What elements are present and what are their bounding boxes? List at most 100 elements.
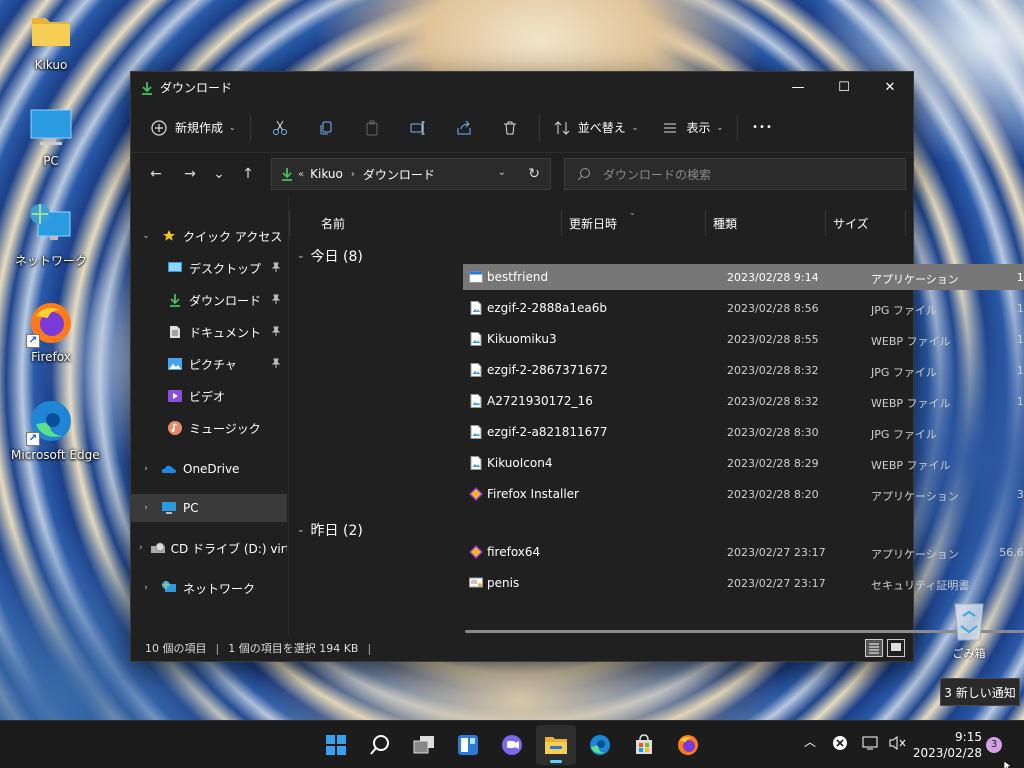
refresh-icon[interactable]: ↻ [528, 166, 540, 182]
volume-muted-icon[interactable] [888, 735, 906, 754]
maximize-button[interactable]: ☐ [821, 72, 867, 103]
chat-button[interactable] [492, 725, 532, 765]
taskbar-search-button[interactable] [360, 725, 400, 765]
large-icons-view-button[interactable] [887, 639, 905, 657]
sidebar-item-pc[interactable]: › PC [131, 494, 287, 522]
sidebar-item-network[interactable]: › ネットワーク [131, 574, 287, 602]
taskbar: ︿ 9:15 2023/02/28 3 [0, 720, 1024, 768]
file-row[interactable]: Firefox Installer 2023/02/28 8:20 アプリケーション… [463, 481, 1024, 507]
file-row[interactable]: ezgif-2-2867371672 2023/02/28 8:32 JPG ファイ… [463, 357, 1024, 383]
file-row[interactable]: A2721930172_16 2023/02/28 8:32 WEBP ファイル 18… [463, 388, 1024, 414]
back-button[interactable]: ← [139, 159, 173, 189]
file-size: 182 KB [1016, 395, 1024, 408]
sidebar-item-pictures[interactable]: ピクチャ [131, 350, 287, 378]
edge-taskbar-button[interactable] [580, 725, 620, 765]
desktop-icon-pc[interactable]: PC [11, 104, 91, 168]
rename-button[interactable] [395, 111, 441, 145]
file-row[interactable]: KikuoIcon42023/02/28 8:29WEBP ファイル29 KB [463, 450, 1024, 476]
column-header-modified[interactable]: 更新日時 [569, 215, 617, 232]
column-header-size[interactable]: サイズ [833, 215, 869, 232]
chevron-right-icon[interactable]: › [139, 503, 153, 513]
desktop-icon-kikuo-folder[interactable]: Kikuo [11, 8, 91, 72]
status-divider: | [215, 641, 220, 655]
column-header-name[interactable]: 名前 [321, 215, 345, 232]
sidebar-item-label: ダウンロード [189, 293, 262, 308]
title-bar[interactable]: ダウンロード — ☐ ✕ [131, 72, 913, 103]
sidebar-item-quick-access[interactable]: ⌄ クイック アクセス [131, 222, 287, 250]
sidebar-item-downloads[interactable]: ダウンロード [131, 286, 287, 314]
desktop-icon-edge[interactable]: ↗ Microsoft Edge [11, 398, 100, 462]
chevron-right-icon[interactable]: › [139, 543, 143, 553]
recent-locations-button[interactable]: ⌄ [207, 159, 231, 189]
file-row[interactable]: penis2023/02/27 23:17セキュリティ証明書2 KB [463, 570, 1024, 596]
column-divider[interactable] [825, 210, 826, 236]
network-status-icon[interactable] [862, 735, 880, 754]
selection-info: 1 個の項目を選択 194 KB [228, 642, 359, 655]
forward-button[interactable]: → [173, 159, 207, 189]
column-divider[interactable] [705, 210, 706, 236]
notification-tooltip: 3 新しい通知 [940, 678, 1020, 706]
breadcrumb-overflow[interactable]: « [298, 169, 304, 180]
file-size: 56,646 KB [999, 546, 1024, 559]
new-button[interactable]: 新規作成 ⌄ [143, 111, 244, 145]
desktop-icon-network[interactable]: ネットワーク [11, 202, 91, 269]
column-header-type[interactable]: 種類 [713, 215, 737, 232]
show-hidden-icons-button[interactable]: ︿ [804, 733, 816, 750]
firefox-taskbar-button[interactable] [668, 725, 708, 765]
chevron-down-icon[interactable]: ⌄ [139, 231, 153, 241]
breadcrumb-downloads[interactable]: ダウンロード [363, 166, 435, 183]
chevron-right-icon[interactable]: › [139, 464, 153, 474]
view-button-label: 表示 [686, 121, 711, 135]
firefox-installer-icon [469, 487, 483, 501]
tray-app-icon[interactable] [832, 735, 848, 754]
sort-button[interactable]: 並べ替え ⌄ [546, 111, 647, 145]
desktop-icon-firefox[interactable]: ↗ Firefox [11, 300, 91, 364]
file-row[interactable]: bestfriend 2023/02/28 9:14 アプリケーション 195 KB [463, 264, 1024, 290]
notification-badge[interactable]: 3 [986, 737, 1002, 753]
sidebar-item-music[interactable]: ミュージック [131, 414, 287, 442]
file-date: 2023/02/28 8:29 [727, 457, 819, 470]
onedrive-icon [161, 461, 177, 477]
file-explorer-taskbar-button[interactable] [536, 725, 576, 765]
file-row[interactable]: Kikuomiku3 2023/02/28 8:55 WEBP ファイル 168 KB [463, 326, 1024, 352]
search-box[interactable]: ダウンロードの検索 [564, 158, 906, 190]
desktop-icon-recycle-bin[interactable]: ごみ箱 [942, 598, 996, 661]
paste-button[interactable] [349, 111, 395, 145]
group-header-yesterday[interactable]: ⌄ 昨日 (2) [297, 520, 363, 540]
sidebar-item-videos[interactable]: ビデオ [131, 382, 287, 410]
clock[interactable]: 9:15 2023/02/28 [913, 729, 982, 761]
column-divider[interactable] [561, 210, 562, 236]
share-button[interactable] [441, 111, 487, 145]
sidebar-item-onedrive[interactable]: › OneDrive [131, 455, 287, 483]
breadcrumb-kikuo[interactable]: Kikuo [310, 167, 343, 181]
sidebar-item-cd-drive[interactable]: › CD ドライブ (D:) virtio [131, 534, 287, 562]
horizontal-scrollbar[interactable] [465, 630, 1024, 633]
delete-icon [503, 121, 516, 134]
details-view-button[interactable] [865, 639, 883, 657]
group-header-today[interactable]: ⌄ 今日 (8) [297, 246, 363, 266]
chevron-down-icon[interactable]: ⌄ [498, 167, 506, 178]
more-options-button[interactable]: ••• [744, 111, 781, 145]
widgets-button[interactable] [448, 725, 488, 765]
image-file-icon [469, 363, 483, 377]
up-button[interactable]: ↑ [231, 159, 265, 189]
sidebar-item-label: ドキュメント [189, 325, 262, 340]
file-row[interactable]: ezgif-2-a821811677 2023/02/28 8:30 JPG ファイ… [463, 419, 1024, 445]
copy-button[interactable] [303, 111, 349, 145]
view-button[interactable]: 表示 ⌄ [654, 111, 731, 145]
task-view-button[interactable] [404, 725, 444, 765]
start-button[interactable] [316, 725, 356, 765]
sidebar-item-documents[interactable]: ドキュメント [131, 318, 287, 346]
delete-button[interactable] [487, 111, 533, 145]
cut-button[interactable] [257, 111, 303, 145]
store-taskbar-button[interactable] [624, 725, 664, 765]
chevron-right-icon[interactable]: › [139, 583, 153, 593]
file-row[interactable]: firefox64 2023/02/27 23:17 アプリケーション 56,646 … [463, 539, 1024, 565]
file-type: WEBP ファイル [871, 459, 951, 472]
close-button[interactable]: ✕ [867, 72, 913, 103]
address-bar[interactable]: « Kikuo › ダウンロード ⌄ ↻ [271, 158, 551, 190]
minimize-button[interactable]: — [775, 72, 821, 103]
sidebar-item-desktop[interactable]: デスクトップ [131, 254, 287, 282]
column-divider[interactable] [905, 210, 906, 236]
file-row[interactable]: ezgif-2-2888a1ea6b 2023/02/28 8:56 JPG ファイ… [463, 295, 1024, 321]
